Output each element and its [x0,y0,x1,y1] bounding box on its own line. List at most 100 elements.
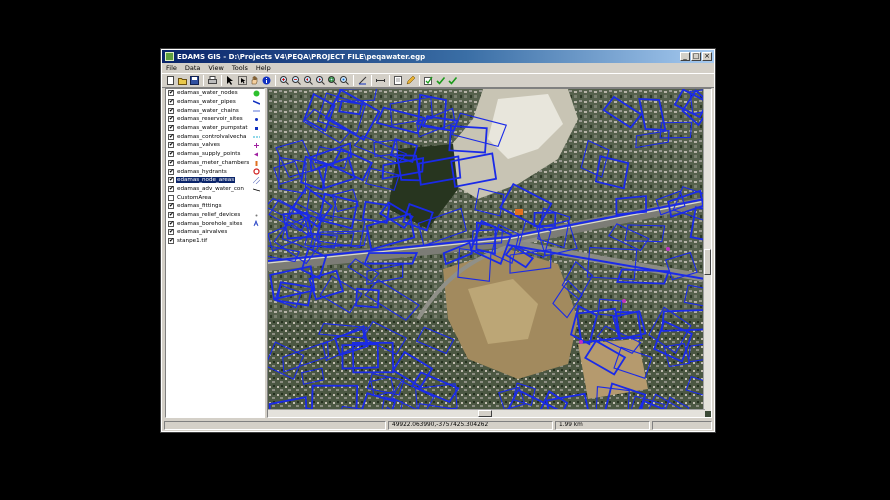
zoom-prev-icon[interactable] [303,75,314,86]
maximize-button[interactable]: □ [691,52,701,61]
print-icon[interactable] [207,75,218,86]
layer-item[interactable]: CustomArea [166,193,264,202]
layer-checkbox[interactable]: ✔ [168,107,174,114]
menu-tools[interactable]: Tools [232,64,248,72]
layer-item[interactable]: ✔ edamas_valves [166,141,264,150]
minimize-button[interactable]: _ [680,52,690,61]
info-icon[interactable] [261,75,272,86]
layer-item[interactable]: ✔ edamas_water_nodes [166,89,264,98]
layer-checkbox[interactable]: ✔ [168,133,174,140]
layer-checkbox[interactable]: ✔ [168,142,174,149]
layer-item[interactable]: ✔ edamas_adv_water_con [166,185,264,194]
zoom-in-icon[interactable] [279,75,290,86]
status-bar: 49922.063990,-3757425.304262 1.99 km [162,420,714,431]
layer-checkbox[interactable]: ✔ [168,90,174,97]
layer-checkbox[interactable]: ✔ [168,151,174,158]
pointer-icon[interactable] [225,75,236,86]
zoom-extent-icon[interactable] [327,75,338,86]
menu-file[interactable]: File [166,64,177,72]
check-table-icon[interactable] [423,75,434,86]
zoom-layer-icon[interactable] [339,75,350,86]
new-icon[interactable] [165,75,176,86]
layer-label: edamas_reservoir_sites [177,116,243,123]
menu-view[interactable]: View [208,64,223,72]
pencil-icon[interactable] [405,75,416,86]
zoom-next-icon[interactable] [315,75,326,86]
layer-symbol-icon [253,99,260,105]
status-extra [652,421,712,430]
layer-label: edamas_hydrants [177,168,227,175]
layer-item[interactable]: ✔ edamas_node_areas [166,176,264,185]
field-southeast [578,339,648,399]
layer-checkbox[interactable]: ✔ [168,116,174,123]
pan-icon[interactable] [249,75,260,86]
pumpstation-marker[interactable] [515,209,523,215]
layer-checkbox[interactable]: ✔ [168,220,174,227]
menu-bar: File Data View Tools Help [162,63,714,73]
ruler-icon[interactable] [375,75,386,86]
horizontal-scroll-thumb[interactable] [478,410,492,417]
layer-label: CustomArea [177,194,212,201]
title-bar[interactable]: EDAMS GIS - D:\Projects V4\PEQA\PROJECT … [162,50,714,63]
layer-symbol-icon [253,168,260,175]
layer-label: edamas_water_pipes [177,99,236,106]
menu-help[interactable]: Help [256,64,271,72]
toolbar [162,73,714,88]
layer-symbol-icon [253,90,260,97]
layer-item[interactable]: ✔ edamas_relief_devices [166,211,264,220]
layer-checkbox[interactable]: ✔ [168,185,174,192]
status-scale: 1.99 km [555,421,650,430]
layer-symbol-icon [255,118,258,122]
layer-item[interactable]: ✔ edamas_meter_chambers [166,159,264,168]
layer-item[interactable]: ✔ edamas_fittings [166,202,264,211]
layer-item[interactable]: ✔ edamas_water_pumpstat [166,124,264,133]
horizontal-scrollbar[interactable] [268,409,705,417]
close-button[interactable]: × [702,52,712,61]
edit-icon[interactable] [393,75,404,86]
save-icon[interactable] [189,75,200,86]
menu-data[interactable]: Data [185,64,201,72]
layer-item[interactable]: ✔ edamas_water_pipes [166,98,264,107]
layer-checkbox[interactable]: ✔ [168,159,174,166]
layer-symbol-icon [253,176,260,184]
layer-symbol-icon [255,160,258,166]
layer-checkbox[interactable]: ✔ [168,211,174,218]
layer-label: edamas_airvalves [177,229,228,236]
layer-label: edamas_controlvalvecha [177,133,247,140]
vertical-scrollbar[interactable] [703,89,711,411]
map-canvas[interactable] [268,89,705,411]
layer-item[interactable]: ✔ edamas_hydrants [166,167,264,176]
check-icon[interactable] [447,75,458,86]
layer-checkbox[interactable] [168,194,174,201]
layer-checkbox[interactable]: ✔ [168,238,174,245]
check-icon[interactable] [435,75,446,86]
select-icon[interactable] [237,75,248,86]
zoom-out-icon[interactable] [291,75,302,86]
layer-item[interactable]: ✔ edamas_water_chains [166,106,264,115]
app-window: EDAMS GIS - D:\Projects V4\PEQA\PROJECT … [160,48,716,433]
layer-item[interactable]: ✔ edamas_airvalves [166,228,264,237]
open-icon[interactable] [177,75,188,86]
layer-checkbox[interactable]: ✔ [168,168,174,175]
layer-item[interactable]: ✔ edamas_supply_points [166,150,264,159]
layer-checkbox[interactable]: ✔ [168,229,174,236]
layer-checkbox[interactable]: ✔ [168,177,174,184]
layer-symbol-icon [254,152,258,157]
layer-item[interactable]: ✔ stanpe1.tif [166,237,264,246]
layer-item[interactable]: ✔ edamas_controlvalvecha [166,132,264,141]
valve-marker[interactable] [622,299,626,303]
map-view[interactable] [267,88,712,418]
layer-checkbox[interactable]: ✔ [168,125,174,132]
layer-item[interactable]: ✔ edamas_reservoir_sites [166,115,264,124]
layer-label: edamas_adv_water_con [177,185,244,192]
layer-checkbox[interactable]: ✔ [168,203,174,210]
valve-marker[interactable] [579,340,583,344]
valve-marker[interactable] [666,247,670,251]
layer-item[interactable]: ✔ edamas_borehole_sites [166,219,264,228]
app-logo-icon [165,52,174,61]
measure-icon[interactable] [357,75,368,86]
layer-label: edamas_fittings [177,203,222,210]
window-controls: _ □ × [680,52,714,61]
vertical-scroll-thumb[interactable] [704,249,711,275]
layer-checkbox[interactable]: ✔ [168,99,174,106]
